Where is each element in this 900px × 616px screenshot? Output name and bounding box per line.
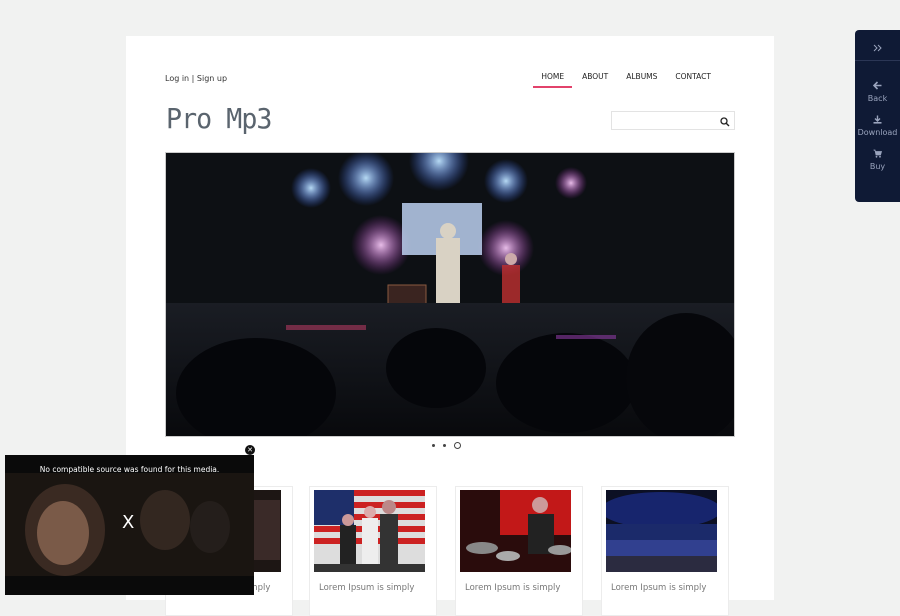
video-error-message: No compatible source was found for this … xyxy=(39,465,220,474)
buy-button[interactable]: Buy xyxy=(855,149,900,171)
double-chevron-right-icon[interactable] xyxy=(855,36,900,61)
arrow-left-icon xyxy=(855,81,900,92)
album-card[interactable]: Lorem Ipsum is simply xyxy=(455,486,583,616)
buy-label: Buy xyxy=(869,162,886,171)
main-nav: HOME ABOUT ALBUMS CONTACT xyxy=(532,68,720,88)
nav-home[interactable]: HOME xyxy=(532,68,573,88)
search-input[interactable] xyxy=(612,114,720,131)
album-title[interactable]: Lorem Ipsum is simply xyxy=(465,583,560,593)
album-title[interactable]: Lorem Ipsum is simply xyxy=(611,583,706,593)
back-label: Back xyxy=(867,94,888,103)
video-player-popup[interactable]: No compatible source was found for this … xyxy=(5,455,254,595)
slider-dot[interactable] xyxy=(432,444,435,447)
album-thumbnail[interactable] xyxy=(460,490,571,572)
hero-slider-image[interactable] xyxy=(165,152,735,437)
album-card[interactable]: Lorem Ipsum is simply xyxy=(601,486,729,616)
slider-dot[interactable] xyxy=(443,444,446,447)
album-thumbnail[interactable] xyxy=(606,490,717,572)
download-button[interactable]: Download xyxy=(855,115,900,137)
nav-about[interactable]: ABOUT xyxy=(573,68,617,88)
nav-albums[interactable]: ALBUMS xyxy=(617,68,666,88)
nav-contact[interactable]: CONTACT xyxy=(666,68,720,88)
site-logo[interactable]: Pro Mp3 xyxy=(166,102,272,135)
video-close-icon[interactable]: ✕ xyxy=(245,445,255,455)
auth-separator: | xyxy=(191,74,195,83)
auth-links: Log in | Sign up xyxy=(165,74,227,83)
video-x-label: X xyxy=(122,512,135,533)
search-box xyxy=(611,111,735,132)
login-link[interactable]: Log in xyxy=(165,74,189,83)
album-thumbnail[interactable] xyxy=(314,490,425,572)
back-button[interactable]: Back xyxy=(855,81,900,103)
side-panel: Back Download Buy xyxy=(855,30,900,202)
album-title[interactable]: Lorem Ipsum is simply xyxy=(319,583,414,593)
signup-link[interactable]: Sign up xyxy=(197,74,227,83)
search-icon[interactable] xyxy=(720,114,730,132)
slider-dot-active[interactable] xyxy=(454,442,461,449)
download-label: Download xyxy=(857,128,898,137)
slider-dots xyxy=(432,442,461,449)
cart-icon xyxy=(855,149,900,160)
album-card[interactable]: Lorem Ipsum is simply xyxy=(309,486,437,616)
download-icon xyxy=(855,115,900,126)
